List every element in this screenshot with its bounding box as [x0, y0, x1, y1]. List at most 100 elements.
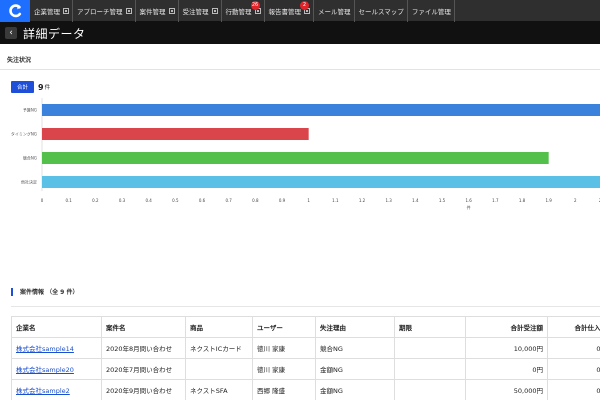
- x-tick-label: 0.8: [252, 198, 259, 203]
- table-row: 株式会社sample14 2020年8月問い合わせ ネクストICカード 徳川 家康 競合…: [11, 337, 600, 359]
- nav-item[interactable]: セールスマップ: [355, 0, 408, 22]
- column-header[interactable]: 企業名: [11, 316, 102, 338]
- nav-item-label: ファイル管理: [411, 8, 451, 16]
- table-cell: 10,000円: [465, 337, 548, 359]
- case-info-accent: [11, 287, 13, 296]
- x-tick-label: 0.1: [65, 198, 72, 203]
- column-header[interactable]: 案件名: [101, 316, 186, 338]
- nav-item[interactable]: 報告書管理 2: [265, 0, 314, 22]
- case-info-title: 案件情報 （全 9 件）: [20, 289, 79, 296]
- table-cell: 0円: [547, 358, 600, 380]
- logo-icon: [9, 4, 22, 18]
- chart-bar[interactable]: [42, 176, 600, 188]
- page-title: 詳細データ: [23, 26, 86, 41]
- category-label: 予算NG: [23, 107, 37, 113]
- table-cell: 金額NG: [315, 379, 395, 400]
- x-tick-label: 1.4: [412, 198, 419, 203]
- x-tick-label: 1.5: [439, 198, 446, 203]
- app-logo[interactable]: [0, 0, 30, 22]
- square-icon: [211, 8, 218, 14]
- table-cell: [185, 358, 253, 380]
- table-cell: 徳川 家康: [252, 358, 316, 380]
- x-tick-label: 0: [41, 198, 44, 203]
- category-label: 競合NG: [23, 155, 37, 161]
- square-icon: [125, 8, 132, 14]
- nav-item-label: メール管理: [318, 8, 351, 16]
- company-link[interactable]: 株式会社sample20: [16, 366, 74, 374]
- notification-badge: 26: [250, 1, 260, 10]
- column-header[interactable]: 失注理由: [315, 316, 395, 338]
- table-cell: 金額NG: [315, 358, 395, 380]
- table-cell: 0円: [547, 379, 600, 400]
- x-tick-label: 0.2: [92, 198, 99, 203]
- chart-bar[interactable]: [42, 152, 549, 164]
- nav-item[interactable]: 受注管理: [179, 0, 222, 22]
- nav-item[interactable]: 行動管理 26: [222, 0, 265, 22]
- column-header[interactable]: 合計仕入額: [547, 316, 600, 338]
- nav-item-label: 行動管理: [225, 8, 252, 16]
- x-tick-label: 1.8: [519, 198, 526, 203]
- chart-bar[interactable]: [42, 128, 309, 140]
- column-header[interactable]: 期限: [394, 316, 466, 338]
- company-cell: 株式会社sample2: [11, 379, 102, 400]
- nav-item-label: 企業管理: [34, 8, 60, 16]
- table-cell: 競合NG: [315, 337, 395, 359]
- square-icon: [168, 8, 175, 14]
- x-tick-label: 0.3: [119, 198, 126, 203]
- table-cell: [394, 337, 466, 359]
- nav-item-label: アプローチ管理: [77, 8, 123, 16]
- table-cell: 50,000円: [465, 379, 548, 400]
- back-button[interactable]: ‹: [5, 27, 17, 39]
- x-tick-label: 1.2: [359, 198, 366, 203]
- company-cell: 株式会社sample14: [11, 337, 102, 359]
- chevron-left-icon: ‹: [9, 28, 13, 38]
- x-tick-label: 1.6: [465, 198, 472, 203]
- category-label: 他社決定: [21, 179, 37, 185]
- nav-item-label: 報告書管理: [268, 8, 302, 16]
- nav-item[interactable]: ファイル管理: [408, 0, 455, 22]
- x-tick-label: 1.1: [332, 198, 339, 203]
- chart-bar[interactable]: [42, 104, 600, 116]
- table-cell: 2020年9月問い合わせ: [101, 379, 186, 400]
- table-cell: 0円: [465, 358, 548, 380]
- nav-item[interactable]: 案件管理: [136, 0, 179, 22]
- company-link[interactable]: 株式会社sample14: [16, 345, 74, 353]
- x-tick-label: 1: [307, 198, 310, 203]
- table-cell: ネクストICカード: [185, 337, 253, 359]
- company-cell: 株式会社sample20: [11, 358, 102, 380]
- top-nav: 企業管理 アプローチ管理 案件管理 受注管理 行動管理 26 報告書管理 2 メール管理 セールス…: [0, 0, 600, 22]
- x-tick-label: 0.5: [172, 198, 179, 203]
- square-icon: [63, 8, 69, 14]
- table-cell: 2020年7月問い合わせ: [101, 358, 186, 380]
- nav-item-label: 案件管理: [139, 8, 166, 16]
- nav-item[interactable]: 企業管理: [30, 0, 73, 22]
- column-header[interactable]: 商品: [185, 316, 253, 338]
- x-axis-label: 件: [467, 204, 471, 210]
- table-cell: 西郷 隆盛: [252, 379, 316, 400]
- case-info-header: 案件情報 （全 9 件）: [11, 287, 78, 296]
- nav-item[interactable]: アプローチ管理: [73, 0, 136, 22]
- table-cell: 徳川 家康: [252, 337, 316, 359]
- lost-orders-chart: 予算NG タイミングNG 競合NG 他社決定 0 0.1 0.2 0.3 0.4 0.5 0.6 0.…: [11, 98, 600, 210]
- company-link[interactable]: 株式会社sample2: [16, 387, 70, 395]
- case-info-divider: [11, 306, 600, 307]
- table-cell: ネクストSFA: [185, 379, 253, 400]
- nav-items: 企業管理 アプローチ管理 案件管理 受注管理 行動管理 26 報告書管理 2 メール管理 セールス…: [30, 0, 455, 22]
- main-content: 失注状況 合計 9 件 予算NG タイミングNG 競合NG 他社決定 0 0.1 0.2 0.…: [0, 44, 600, 400]
- nav-item[interactable]: メール管理: [314, 0, 355, 22]
- x-tick-label: 0.7: [225, 198, 232, 203]
- table-cell: 0円: [547, 337, 600, 359]
- table-row: 株式会社sample20 2020年7月問い合わせ 徳川 家康金額NG 0円0円: [11, 358, 600, 380]
- title-bar: ‹ 詳細データ: [0, 22, 600, 44]
- column-header[interactable]: ユーザー: [252, 316, 316, 338]
- x-tick-label: 1.9: [545, 198, 552, 203]
- column-header[interactable]: 合計受注額: [465, 316, 548, 338]
- x-tick-label: 0.9: [279, 198, 286, 203]
- table-cell: [394, 358, 466, 380]
- table-row: 株式会社sample2 2020年9月問い合わせ ネクストSFA 西郷 隆盛 金額NG 5…: [11, 379, 600, 400]
- category-label: タイミングNG: [11, 131, 37, 137]
- x-tick-label: 1.7: [492, 198, 499, 203]
- nav-item-label: セールスマップ: [358, 8, 404, 16]
- x-tick-label: 0.4: [145, 198, 152, 203]
- table-cell: 2020年8月問い合わせ: [101, 337, 186, 359]
